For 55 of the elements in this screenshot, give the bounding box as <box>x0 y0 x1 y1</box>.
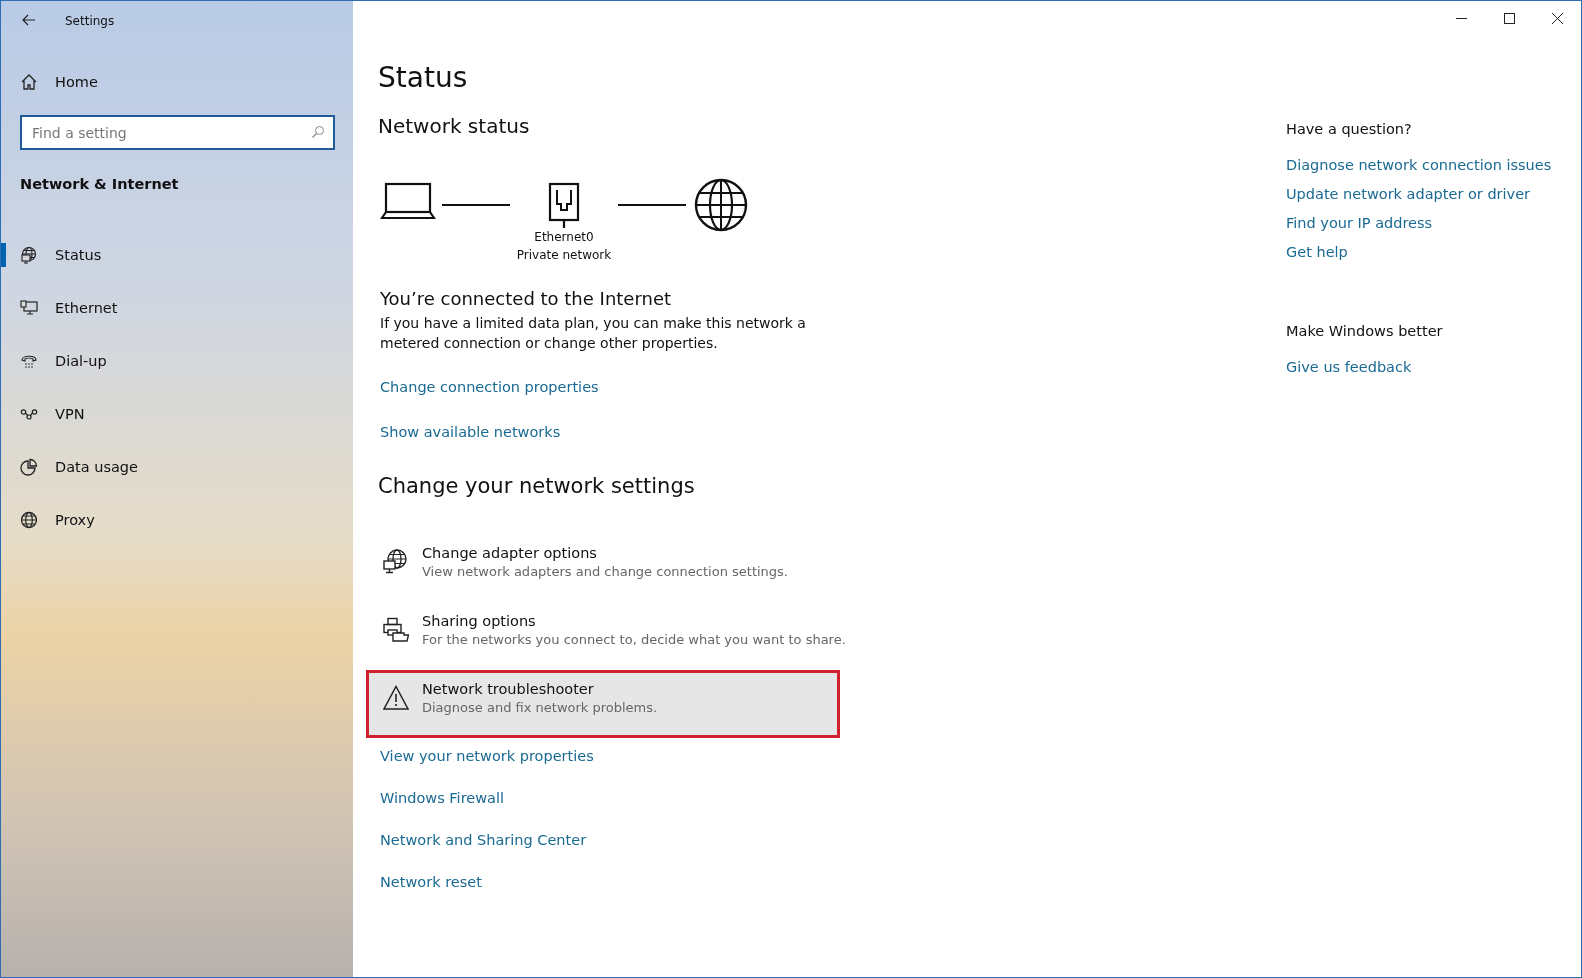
globe-monitor-icon <box>383 549 409 575</box>
help-link[interactable]: Find your IP address <box>1286 215 1433 231</box>
settings-option[interactable]: Change adapter options View network adapters and change connection settings. <box>366 534 840 602</box>
close-icon <box>1551 12 1563 24</box>
settings-option[interactable]: Network troubleshooter Diagnose and fix network problems. <box>366 670 840 738</box>
search-icon <box>311 125 325 139</box>
help-link[interactable]: Update network adapter or driver <box>1286 186 1531 202</box>
sidebar-item[interactable]: Proxy <box>1 493 353 546</box>
option-description: Diagnose and fix network problems. <box>422 700 658 715</box>
help-heading: Have a question? <box>1286 121 1412 137</box>
sidebar-item[interactable]: Dial-up <box>1 334 353 387</box>
connection-description: If you have a limited data plan, you can make this network a metered connection or change other properties. <box>380 314 807 353</box>
section-heading: Change your network settings <box>378 474 695 498</box>
settings-link[interactable]: Windows Firewall <box>380 790 504 806</box>
maximize-icon <box>1503 12 1515 24</box>
search-field[interactable]: Find a setting <box>20 115 335 150</box>
printer-folder-icon <box>383 617 409 643</box>
globe-icon <box>20 510 38 529</box>
section-heading: Network & Internet <box>19 176 180 192</box>
home-nav-item[interactable]: Home <box>1 59 353 105</box>
sidebar-item[interactable]: VPN <box>1 387 353 440</box>
home-icon <box>20 73 38 91</box>
sidebar-item[interactable]: Ethernet <box>1 281 353 334</box>
option-description: For the networks you connect to, decide what you want to share. <box>422 632 846 647</box>
sidebar-item[interactable]: Status <box>1 228 353 281</box>
adapter-name: Ethernet0 <box>534 229 594 246</box>
option-title: Change adapter options <box>422 545 598 561</box>
network-type: Private network <box>516 247 612 264</box>
feedback-link[interactable]: Give us feedback <box>1286 359 1412 375</box>
settings-link[interactable]: Network and Sharing Center <box>380 832 587 848</box>
sidebar-item[interactable]: Data usage <box>1 440 353 493</box>
warning-icon <box>383 685 409 711</box>
option-title: Network troubleshooter <box>422 681 595 697</box>
back-arrow-icon <box>22 14 36 26</box>
monitor-icon <box>20 298 38 317</box>
settings-link[interactable]: View your network properties <box>380 748 594 764</box>
page-title: Status <box>378 61 468 94</box>
section-heading: Network status <box>378 114 530 138</box>
pie-chart-icon <box>20 457 38 476</box>
window-title: Settings <box>65 14 115 28</box>
help-link[interactable]: Get help <box>1286 244 1348 260</box>
settings-link[interactable]: Change connection properties <box>380 379 599 395</box>
ethernet-port-icon <box>548 182 580 228</box>
option-description: View network adapters and change connection settings. <box>422 564 788 579</box>
globe-monitor-icon <box>20 245 38 264</box>
connection-line <box>618 203 686 207</box>
connection-line <box>442 203 510 207</box>
option-title: Sharing options <box>422 613 537 629</box>
globe-icon <box>694 178 748 232</box>
laptop-icon <box>380 181 436 221</box>
settings-link[interactable]: Network reset <box>380 874 482 890</box>
feedback-heading: Make Windows better <box>1286 323 1443 339</box>
help-link[interactable]: Diagnose network connection issues <box>1286 157 1552 173</box>
connection-heading: You’re connected to the Internet <box>380 288 672 309</box>
settings-link[interactable]: Show available networks <box>380 424 561 440</box>
